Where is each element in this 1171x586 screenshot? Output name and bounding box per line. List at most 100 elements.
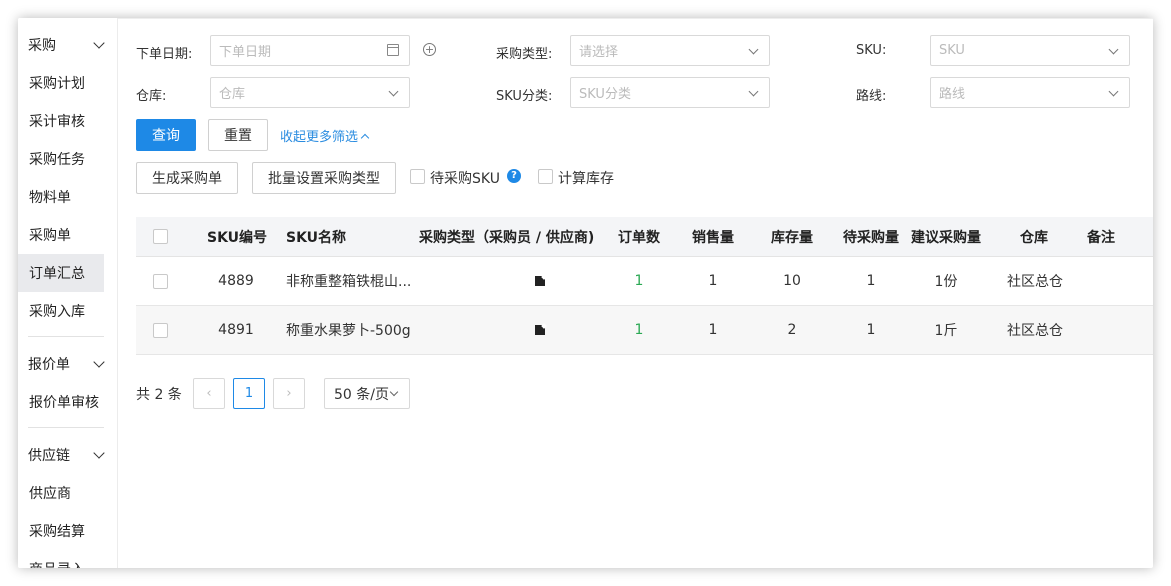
sidebar-item-purchase-inbound[interactable]: 采购入库 [18,292,117,330]
pagination-total: 共 2 条 [136,387,182,403]
sidebar-group-label: 供应链 [28,448,70,464]
cell-sales: 1 [708,273,718,289]
sidebar-divider [28,336,104,337]
reset-button[interactable]: 重置 [208,119,268,151]
cell-sku-id: 4889 [218,273,254,289]
cell-sku-name: 非称重整箱铁棍山... [286,274,412,290]
sidebar-item-order-summary[interactable]: 订单汇总 [18,254,104,292]
route-placeholder: 路线 [939,87,966,102]
col-sales: 销售量 [692,229,734,246]
sidebar-divider [28,427,104,428]
sidebar-item-supplier[interactable]: 供应商 [18,474,117,512]
sku-label: SKU: [856,43,887,58]
row-checkbox[interactable] [153,322,168,338]
sidebar-item-plan-review[interactable]: 采计审核 [18,102,117,140]
sidebar-group-purchase[interactable]: 采购 [18,26,117,64]
table-header: SKU编号 SKU名称 采购类型（采购员 / 供应商) 订单数 销售量 库存量 … [136,217,1153,257]
next-page-button[interactable]: › [273,378,305,409]
app-window: 采购 采购计划 采计审核 采购任务 物料单 采购单 订单汇总 采购入库 报价单 … [18,18,1153,568]
sku-category-placeholder: SKU分类 [579,87,631,102]
sku-category-select[interactable]: SKU分类 [570,77,770,108]
col-sku-name: SKU名称 [286,229,347,246]
header-checkbox-cell [153,217,168,256]
chevron-down-icon [1108,86,1119,97]
calendar-icon [387,44,399,56]
chevron-down-icon [748,44,759,55]
batch-set-type-button[interactable]: 批量设置采购类型 [252,162,396,194]
cell-pending: 1 [866,273,876,289]
chevron-down-icon [389,387,399,397]
route-select[interactable]: 路线 [930,77,1130,108]
page-size-select[interactable]: 50 条/页 [324,378,410,409]
main-content: 下单日期: 下单日期 + 采购类型: 请选择 SKU: SKU 仓库: 仓库 S… [118,18,1153,568]
sidebar-item-purchase-settlement[interactable]: 采购结算 [18,512,117,550]
purchase-type-select[interactable]: 请选择 [570,35,770,66]
purchase-type-placeholder: 请选择 [579,45,619,60]
sidebar-item-purchase-plan[interactable]: 采购计划 [18,64,117,102]
sidebar-group-quotation[interactable]: 报价单 [18,345,117,383]
sidebar-item-purchase-order[interactable]: 采购单 [18,216,117,254]
calc-stock-checkbox[interactable] [538,169,553,184]
purchase-type-label: 采购类型: [496,47,553,62]
col-orders: 订单数 [618,229,660,246]
chevron-down-icon [748,86,759,97]
sidebar-item-purchase-task[interactable]: 采购任务 [18,140,117,178]
sku-placeholder: SKU [939,43,965,58]
cell-warehouse: 社区总仓 [1007,274,1063,290]
edit-icon[interactable] [535,325,545,335]
row-checkbox[interactable] [153,273,168,289]
collapse-filters-label: 收起更多筛选 [280,130,359,145]
row-checkbox-cell [153,257,168,305]
order-date-label: 下单日期: [136,47,193,62]
col-pending: 待采购量 [843,229,899,246]
sidebar-item-quotation-review[interactable]: 报价单审核 [18,383,117,421]
collapse-filters-link[interactable]: 收起更多筛选 [280,126,370,145]
pending-sku-label: 待采购SKU [430,171,500,187]
chevron-down-icon [1108,44,1119,55]
sidebar: 采购 采购计划 采计审核 采购任务 物料单 采购单 订单汇总 采购入库 报价单 … [18,18,118,568]
add-circle-icon[interactable]: + [423,43,436,56]
sidebar-group-label: 报价单 [28,357,70,373]
sidebar-item-material-list[interactable]: 物料单 [18,178,117,216]
cell-orders[interactable]: 1 [609,257,669,305]
cell-purchase-type [530,257,550,305]
page-size-label: 50 条/页 [334,386,389,403]
chevron-down-icon [388,86,399,97]
page-1-button[interactable]: 1 [233,378,265,409]
sku-select[interactable]: SKU [930,35,1130,66]
pending-sku-checkbox[interactable] [410,169,425,184]
order-summary-table: SKU编号 SKU名称 采购类型（采购员 / 供应商) 订单数 销售量 库存量 … [136,217,1153,355]
sidebar-item-product-entry[interactable]: 商品录入 [18,550,117,568]
sidebar-group-label: 采购 [28,38,56,54]
query-button[interactable]: 查询 [136,119,196,151]
select-all-checkbox[interactable] [153,229,168,244]
chevron-down-icon [93,37,105,49]
cell-pending: 1 [866,322,876,338]
sidebar-group-supply-chain[interactable]: 供应链 [18,436,117,474]
col-sku-id: SKU编号 [207,229,268,246]
col-note: 备注 [1087,229,1115,246]
generate-po-button[interactable]: 生成采购单 [136,162,238,194]
col-warehouse: 仓库 [1020,229,1048,246]
col-suggested: 建议采购量 [911,229,981,246]
chevron-down-icon [93,356,105,368]
col-stock: 库存量 [771,229,813,246]
calc-stock-label: 计算库存 [558,171,614,187]
edit-icon[interactable] [535,276,545,286]
chevron-down-icon [93,447,105,459]
cell-stock: 10 [783,273,801,289]
sku-category-label: SKU分类: [496,89,553,104]
cell-orders[interactable]: 1 [609,306,669,354]
chevron-up-icon [360,133,370,143]
cell-suggested: 1份 [934,274,958,290]
cell-sku-id: 4891 [218,322,254,338]
prev-page-button[interactable]: ‹ [193,378,225,409]
cell-suggested: 1斤 [934,323,958,339]
help-icon[interactable]: ? [507,169,521,183]
cell-stock: 2 [787,322,797,338]
warehouse-label: 仓库: [136,89,167,104]
warehouse-select[interactable]: 仓库 [210,77,410,108]
warehouse-placeholder: 仓库 [219,87,246,102]
order-date-field[interactable]: 下单日期 [210,35,410,66]
row-checkbox-cell [153,306,168,354]
